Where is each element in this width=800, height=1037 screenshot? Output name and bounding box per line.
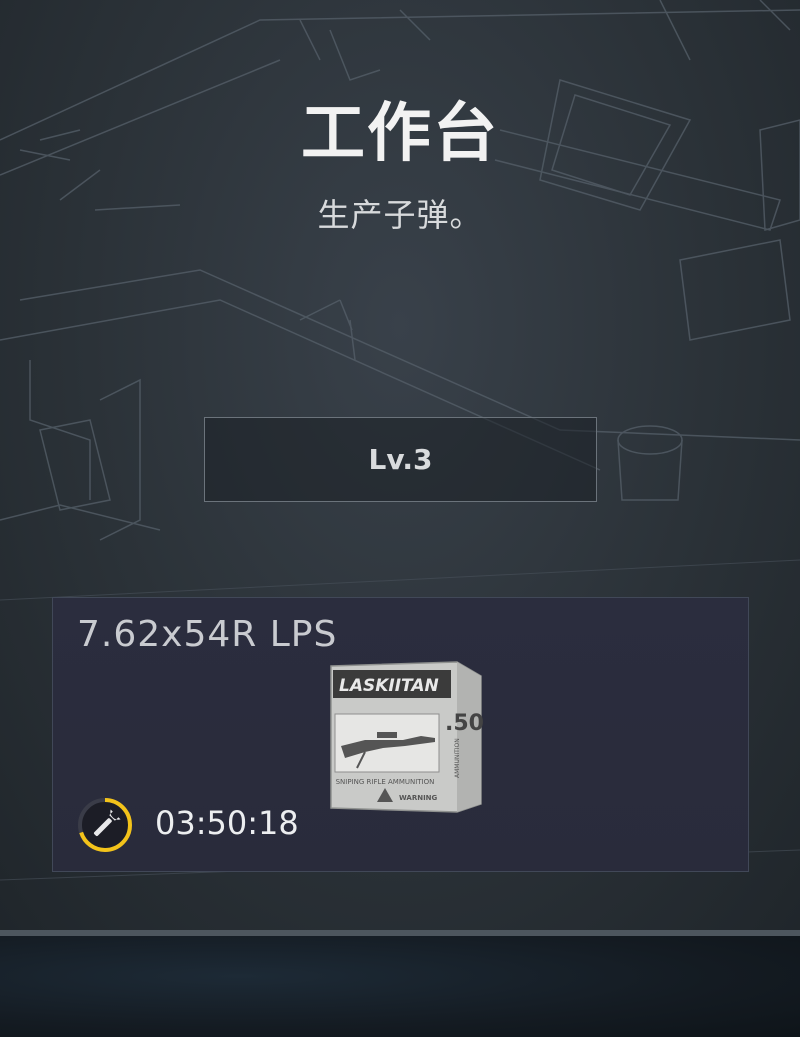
box-side-text: AMMUNITION	[454, 738, 461, 778]
box-warning-text: WARNING	[399, 794, 438, 802]
page-subtitle: 生产子弹。	[317, 196, 483, 234]
footer-panel	[0, 936, 800, 1037]
crafting-card[interactable]: 7.62x54R LPS LASKIITAN SNIPING RIFLE AMM…	[52, 597, 749, 872]
box-caliber-text: .50	[445, 711, 484, 736]
page-title: 工作台	[301, 97, 499, 171]
box-caption-text: SNIPING RIFLE AMMUNITION	[336, 778, 435, 786]
level-button[interactable]: Lv.3	[204, 417, 597, 502]
timer-progress-ring	[78, 798, 132, 852]
level-label: Lv.3	[368, 443, 433, 476]
ammo-box-image: LASKIITAN SNIPING RIFLE AMMUNITION WARNI…	[330, 661, 484, 813]
craft-timer: 03:50:18	[155, 804, 299, 842]
item-name: 7.62x54R LPS	[77, 614, 338, 655]
box-brand-text: LASKIITAN	[339, 676, 439, 696]
